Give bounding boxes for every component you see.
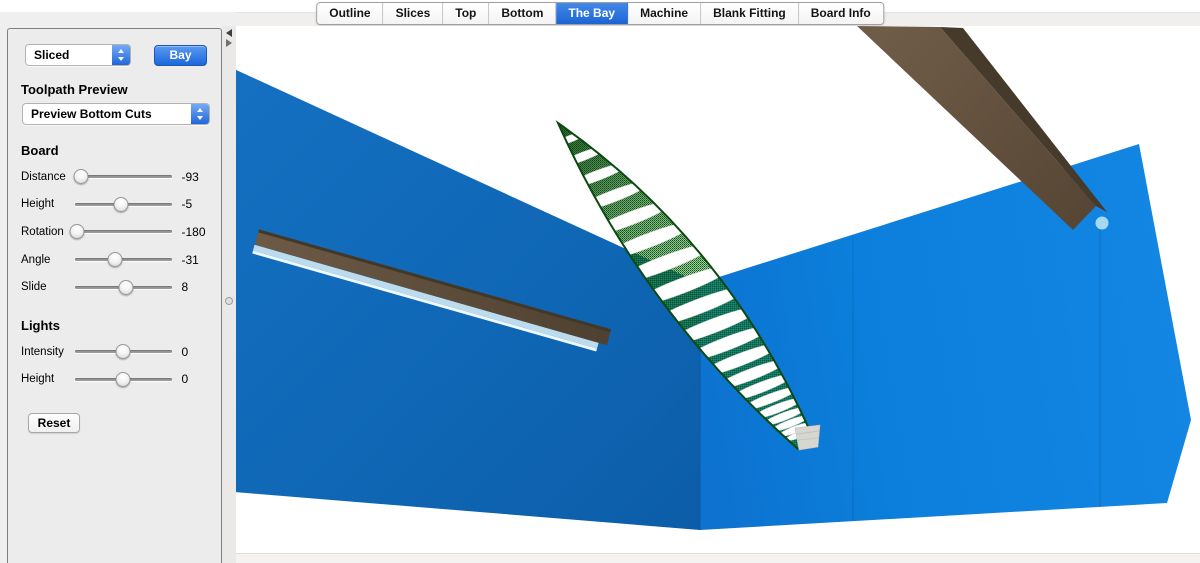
slider-thumb[interactable] <box>73 169 89 185</box>
slider-thumb[interactable] <box>113 196 129 212</box>
slider-thumb[interactable] <box>107 252 123 268</box>
reset-button[interactable]: Reset <box>28 413 80 434</box>
slider-label: Angle <box>21 253 51 266</box>
board-slider-row-slide: Slide 8 <box>21 273 221 301</box>
tab-bottom[interactable]: Bottom <box>489 3 557 24</box>
slider-thumb[interactable] <box>115 371 131 387</box>
tab-board-info[interactable]: Board Info <box>798 3 883 24</box>
tab-outline[interactable]: Outline <box>317 3 384 24</box>
slider-value: -93 <box>181 169 199 184</box>
slider-value: 8 <box>181 280 189 295</box>
app-window: Outline Slices Top Bottom The Bay Machine Blan… <box>0 0 1200 563</box>
slider-value: 0 <box>181 344 189 359</box>
tab-blank-fitting[interactable]: Blank Fitting <box>701 3 799 24</box>
slider-track[interactable] <box>74 196 172 212</box>
toolpath-preview-heading: Toolpath Preview <box>21 82 128 97</box>
slider-label: Distance <box>21 170 66 183</box>
slider-track[interactable] <box>74 279 172 295</box>
board-slider-row-height: Height -5 <box>21 191 221 219</box>
tab-machine[interactable]: Machine <box>628 3 702 24</box>
splitter-handle[interactable] <box>222 26 236 563</box>
slice-mode-value: Sliced <box>34 48 70 62</box>
stepper-arrows-icon[interactable] <box>191 104 209 124</box>
view-tabbar: Outline Slices Top Bottom The Bay Machine Blan… <box>316 2 884 25</box>
toolpath-preview-select[interactable]: Preview Bottom Cuts <box>22 103 210 125</box>
splitter-grip-icon[interactable] <box>225 297 233 305</box>
slider-value: -31 <box>181 252 199 267</box>
tab-slices[interactable]: Slices <box>383 3 444 24</box>
board-tail-tip <box>794 424 821 451</box>
bay-right-wall <box>699 144 1191 530</box>
bay-button[interactable]: Bay <box>154 44 207 66</box>
bottom-strip <box>236 553 1200 563</box>
lights-sliders: Intensity 0 Height 0 <box>21 338 221 393</box>
slider-label: Rotation <box>21 225 64 238</box>
lights-slider-row-intensity: Intensity 0 <box>21 338 221 366</box>
rail-end-dot <box>1095 216 1109 230</box>
sidebar-panel: Sliced Bay Toolpath Preview Preview Bott… <box>7 28 222 563</box>
slider-label: Height <box>21 198 55 211</box>
collapse-right-icon[interactable] <box>226 39 232 47</box>
slider-thumb[interactable] <box>115 344 131 360</box>
board-slider-row-rotation: Rotation -180 <box>21 218 221 246</box>
lights-slider-row-height: Height 0 <box>21 366 221 394</box>
lights-heading: Lights <box>21 317 60 333</box>
board-heading: Board <box>21 143 59 158</box>
collapse-left-icon[interactable] <box>226 29 232 37</box>
slider-track[interactable] <box>69 224 172 240</box>
slider-value: 0 <box>181 372 189 387</box>
slider-label: Slide <box>21 281 47 294</box>
tab-top[interactable]: Top <box>443 3 490 24</box>
tab-the-bay[interactable]: The Bay <box>556 3 629 24</box>
board-sliders: Distance -93 Height -5 Rotation -180 Angle -31 S… <box>21 163 221 301</box>
mode-controls-row: Sliced Bay <box>25 44 207 66</box>
slider-track[interactable] <box>73 169 172 185</box>
slider-thumb[interactable] <box>69 224 85 240</box>
slider-track[interactable] <box>74 344 172 360</box>
board-slider-row-angle: Angle -31 <box>21 246 221 274</box>
slider-track[interactable] <box>74 252 172 268</box>
viewport-3d[interactable] <box>236 26 1200 553</box>
slider-value: -5 <box>181 197 193 212</box>
slider-track[interactable] <box>74 371 172 387</box>
slider-label: Height <box>21 373 55 386</box>
stepper-arrows-icon[interactable] <box>112 45 130 65</box>
board-slider-row-distance: Distance -93 <box>21 163 221 191</box>
slice-mode-select[interactable]: Sliced <box>25 44 131 66</box>
slider-thumb[interactable] <box>118 279 134 295</box>
slider-label: Intensity <box>21 345 64 358</box>
slider-value: -180 <box>181 224 206 239</box>
toolpath-preview-value: Preview Bottom Cuts <box>31 107 152 121</box>
